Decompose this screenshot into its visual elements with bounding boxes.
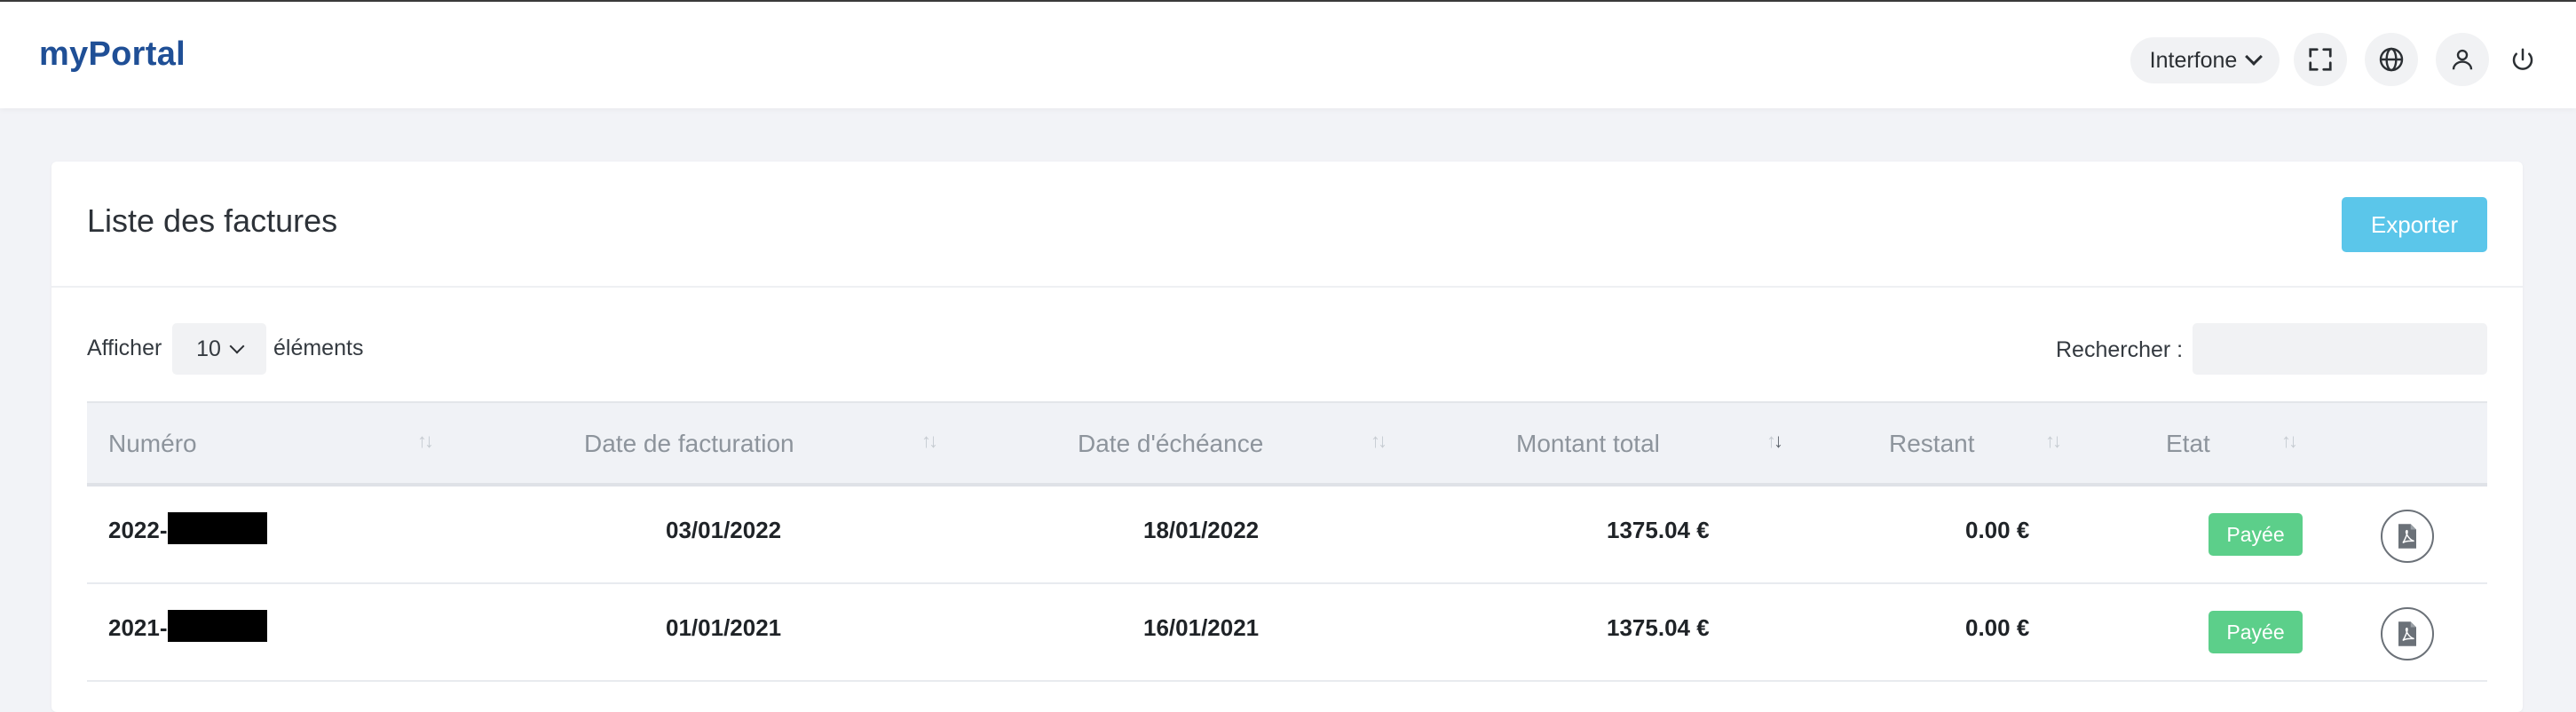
sort-icon[interactable]: ↑↓ bbox=[2281, 430, 2298, 453]
user-button[interactable] bbox=[2436, 33, 2489, 86]
column-header-etat[interactable]: Etat bbox=[2166, 430, 2210, 458]
top-bar: myPortal Interfone bbox=[0, 0, 2576, 108]
language-button[interactable] bbox=[2365, 33, 2418, 86]
fullscreen-button[interactable] bbox=[2294, 33, 2347, 86]
pdf-file-icon bbox=[2398, 621, 2416, 646]
column-header-date-echeance[interactable]: Date d'échéance bbox=[1078, 430, 1263, 458]
search-label: Rechercher : bbox=[2056, 337, 2184, 362]
company-select[interactable]: Interfone bbox=[2130, 37, 2280, 83]
column-header-date-facturation[interactable]: Date de facturation bbox=[584, 430, 794, 458]
page-title: Liste des factures bbox=[87, 202, 338, 239]
pdf-file-icon bbox=[2398, 524, 2416, 549]
show-label: Afficher bbox=[87, 336, 162, 360]
cell-date-echeance: 16/01/2021 bbox=[1143, 614, 1260, 641]
search-input[interactable] bbox=[2193, 323, 2487, 375]
elements-label: éléments bbox=[273, 336, 364, 360]
cell-numero: 2021- bbox=[108, 610, 267, 643]
invoices-table: Numéro ↑↓ Date de facturation ↑↓ Date d'… bbox=[87, 401, 2487, 682]
power-icon bbox=[2512, 48, 2533, 70]
page-length-value: 10 bbox=[196, 336, 221, 361]
cell-date-facturation: 01/01/2021 bbox=[666, 614, 782, 641]
sort-icon[interactable]: ↑↓ bbox=[417, 430, 434, 453]
company-select-label: Interfone bbox=[2149, 47, 2238, 73]
download-pdf-button[interactable] bbox=[2381, 510, 2434, 563]
page-length-select[interactable]: 10 bbox=[172, 323, 266, 375]
cell-numero: 2022- bbox=[108, 512, 267, 545]
chevron-down-icon bbox=[229, 338, 245, 354]
redacted-block bbox=[167, 610, 267, 643]
cell-restant: 0.00 € bbox=[1965, 517, 2030, 543]
table-row: 2021- 01/01/2021 16/01/2021 1375.04 € 0.… bbox=[87, 584, 2487, 682]
invoices-card: Liste des factures Exporter Afficher 10 … bbox=[51, 162, 2523, 712]
cell-date-facturation: 03/01/2022 bbox=[666, 517, 782, 543]
table-header: Numéro ↑↓ Date de facturation ↑↓ Date d'… bbox=[87, 401, 2487, 487]
table-row: 2022- 03/01/2022 18/01/2022 1375.04 € 0.… bbox=[87, 487, 2487, 584]
brand-logo[interactable]: myPortal bbox=[39, 36, 186, 74]
logout-button[interactable] bbox=[2496, 33, 2549, 86]
cell-montant: 1375.04 € bbox=[1607, 517, 1710, 543]
fullscreen-icon bbox=[2309, 48, 2332, 71]
status-badge: Payée bbox=[2209, 513, 2303, 556]
column-header-montant-total[interactable]: Montant total bbox=[1516, 430, 1660, 458]
redacted-block bbox=[167, 512, 267, 545]
user-icon bbox=[2452, 49, 2473, 70]
cell-montant: 1375.04 € bbox=[1607, 614, 1710, 641]
sort-desc-icon[interactable]: ↑↓ bbox=[1766, 430, 1783, 453]
cell-date-echeance: 18/01/2022 bbox=[1143, 517, 1260, 543]
status-badge: Payée bbox=[2209, 611, 2303, 653]
sort-icon[interactable]: ↑↓ bbox=[1371, 430, 1387, 453]
download-pdf-button[interactable] bbox=[2381, 607, 2434, 661]
column-header-restant[interactable]: Restant bbox=[1889, 430, 1975, 458]
globe-icon bbox=[2379, 47, 2404, 72]
sort-icon[interactable]: ↑↓ bbox=[2045, 430, 2062, 453]
divider bbox=[51, 286, 2523, 288]
column-header-numero[interactable]: Numéro bbox=[108, 430, 197, 458]
sort-icon[interactable]: ↑↓ bbox=[921, 430, 938, 453]
chevron-down-icon bbox=[2245, 48, 2264, 66]
export-button[interactable]: Exporter bbox=[2342, 197, 2487, 252]
cell-restant: 0.00 € bbox=[1965, 614, 2030, 641]
